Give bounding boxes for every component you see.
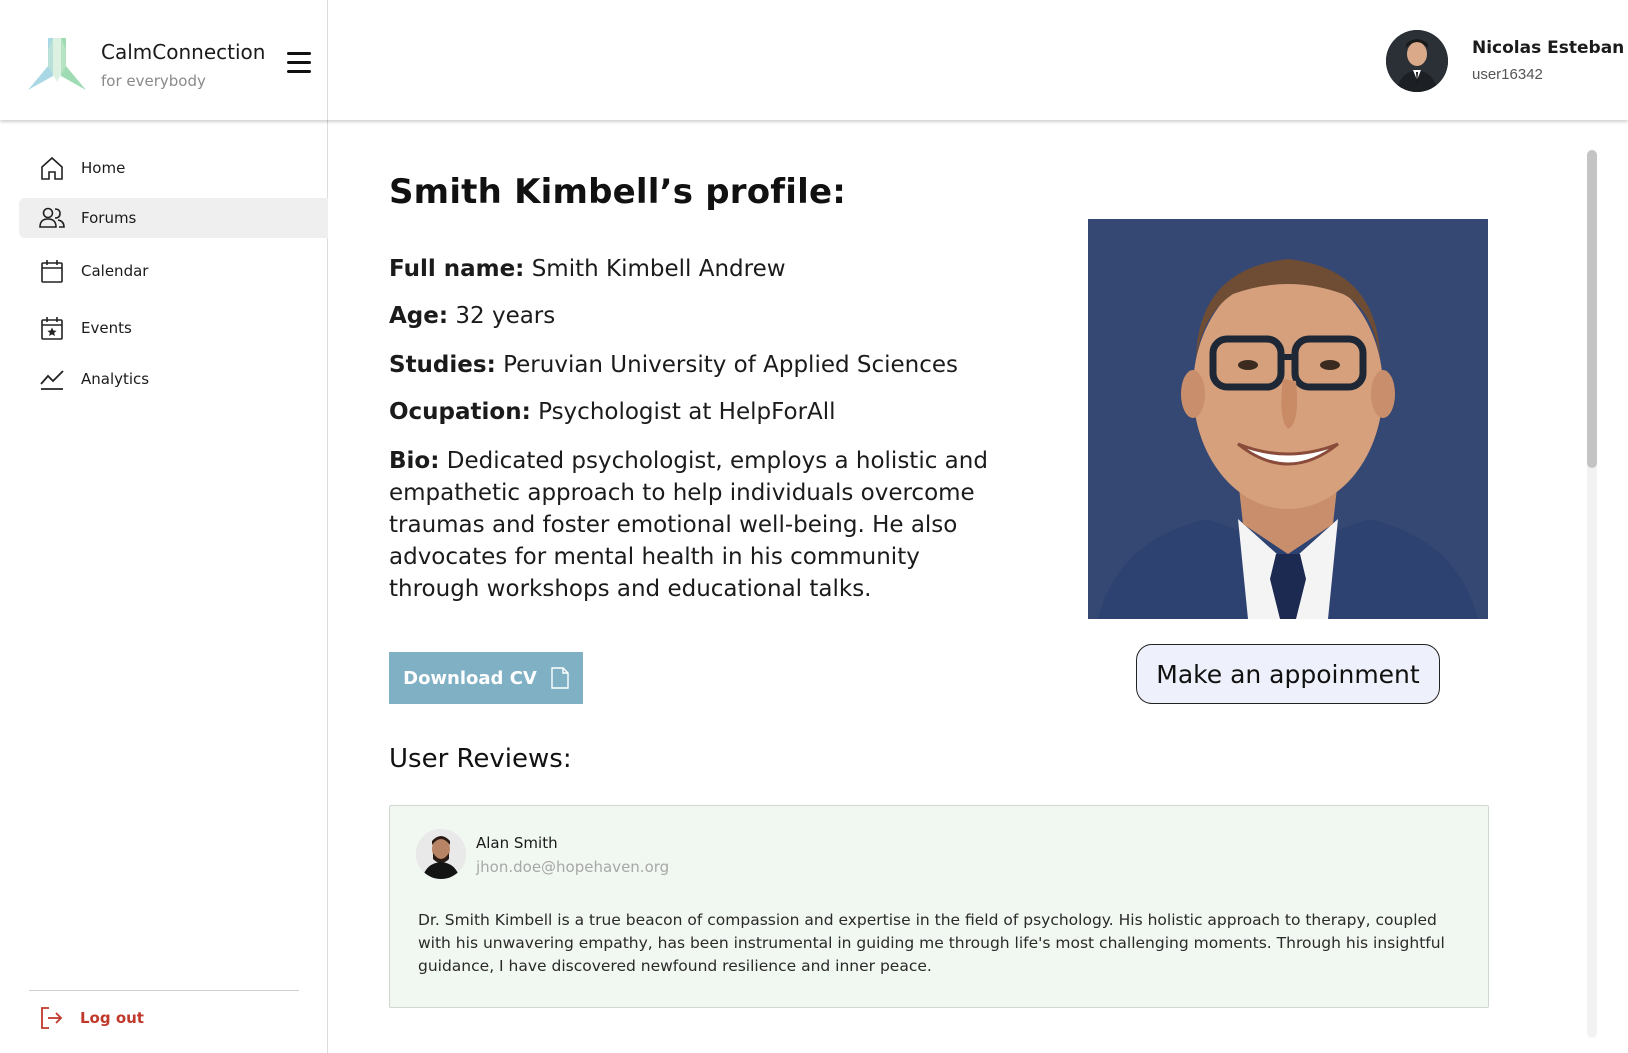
field-value: Peruvian University of Applied Sciences (503, 352, 959, 378)
reviewer-avatar (416, 829, 466, 879)
review-text: Dr. Smith Kimbell is a true beacon of co… (418, 911, 1445, 975)
user-avatar[interactable] (1386, 30, 1448, 92)
sidebar-item-label: Calendar (81, 262, 149, 280)
field-occupation: Ocupation: Psychologist at HelpForAll (389, 396, 1009, 429)
brand-name: CalmConnection (101, 40, 266, 64)
reviews-heading: User Reviews: (389, 744, 572, 774)
user-name: Nicolas Esteban (1472, 38, 1625, 58)
sidebar-item-label: Forums (81, 209, 137, 227)
field-value: Psychologist at HelpForAll (538, 399, 836, 425)
star-calendar-icon (38, 314, 66, 342)
field-label: Studies: (389, 352, 496, 378)
logo-icon (28, 38, 86, 90)
profile-photo (1088, 219, 1488, 619)
sidebar-item-label: Analytics (81, 370, 150, 388)
logout-button[interactable]: Log out (38, 1003, 144, 1033)
reviewer-name: Alan Smith (476, 834, 558, 852)
chart-line-icon (38, 365, 66, 393)
field-label: Ocupation: (389, 399, 531, 425)
field-full-name: Full name: Smith Kimbell Andrew (389, 253, 1009, 286)
review-card: Alan Smith jhon.doe@hopehaven.org Dr. Sm… (389, 805, 1489, 1008)
sidebar-item-label: Home (81, 159, 126, 177)
sidebar-divider (29, 990, 299, 991)
field-bio: Bio: Dedicated psychologist, employs a h… (389, 445, 989, 605)
field-studies: Studies: Peruvian University of Applied … (389, 349, 1009, 382)
field-label: Full name: (389, 256, 525, 282)
make-appointment-button[interactable]: Make an appoinment (1136, 644, 1440, 704)
sidebar-item-forums[interactable]: Forums (19, 198, 328, 238)
sidebar-item-analytics[interactable]: Analytics (19, 359, 328, 399)
sidebar-item-calendar[interactable]: Calendar (19, 251, 328, 291)
field-label: Bio: (389, 448, 440, 474)
scrollbar[interactable] (1587, 150, 1597, 1038)
sidebar: Home Forums Calendar Events Analytics Lo… (0, 120, 328, 1053)
user-id: user16342 (1472, 66, 1543, 83)
page-title: Smith Kimbell’s profile: (389, 172, 847, 212)
sidebar-item-events[interactable]: Events (19, 308, 328, 348)
top-header: CalmConnection for everybody Nicolas Est… (0, 0, 1628, 120)
logout-icon (41, 1007, 63, 1029)
field-value: Smith Kimbell Andrew (531, 256, 786, 282)
field-label: Age: (389, 303, 449, 329)
file-icon (551, 667, 569, 689)
download-cv-button[interactable]: Download CV (389, 652, 583, 704)
download-cv-label: Download CV (403, 667, 537, 689)
sidebar-item-home[interactable]: Home (19, 148, 328, 188)
hamburger-menu-icon[interactable] (287, 52, 311, 74)
users-icon (38, 204, 66, 232)
field-age: Age: 32 years (389, 300, 1009, 333)
brand-area: CalmConnection for everybody (0, 0, 328, 120)
field-value: 32 years (455, 303, 556, 329)
sidebar-item-label: Events (81, 319, 132, 337)
reviewer-email: jhon.doe@hopehaven.org (476, 858, 670, 876)
scrollbar-thumb[interactable] (1587, 150, 1597, 468)
logout-label: Log out (80, 1009, 144, 1027)
brand-tagline: for everybody (101, 72, 206, 90)
home-icon (38, 154, 66, 182)
calendar-icon (38, 257, 66, 285)
field-value: Dedicated psychologist, employs a holist… (389, 448, 988, 602)
main-content: Smith Kimbell’s profile: Full name: Smit… (329, 120, 1628, 1053)
